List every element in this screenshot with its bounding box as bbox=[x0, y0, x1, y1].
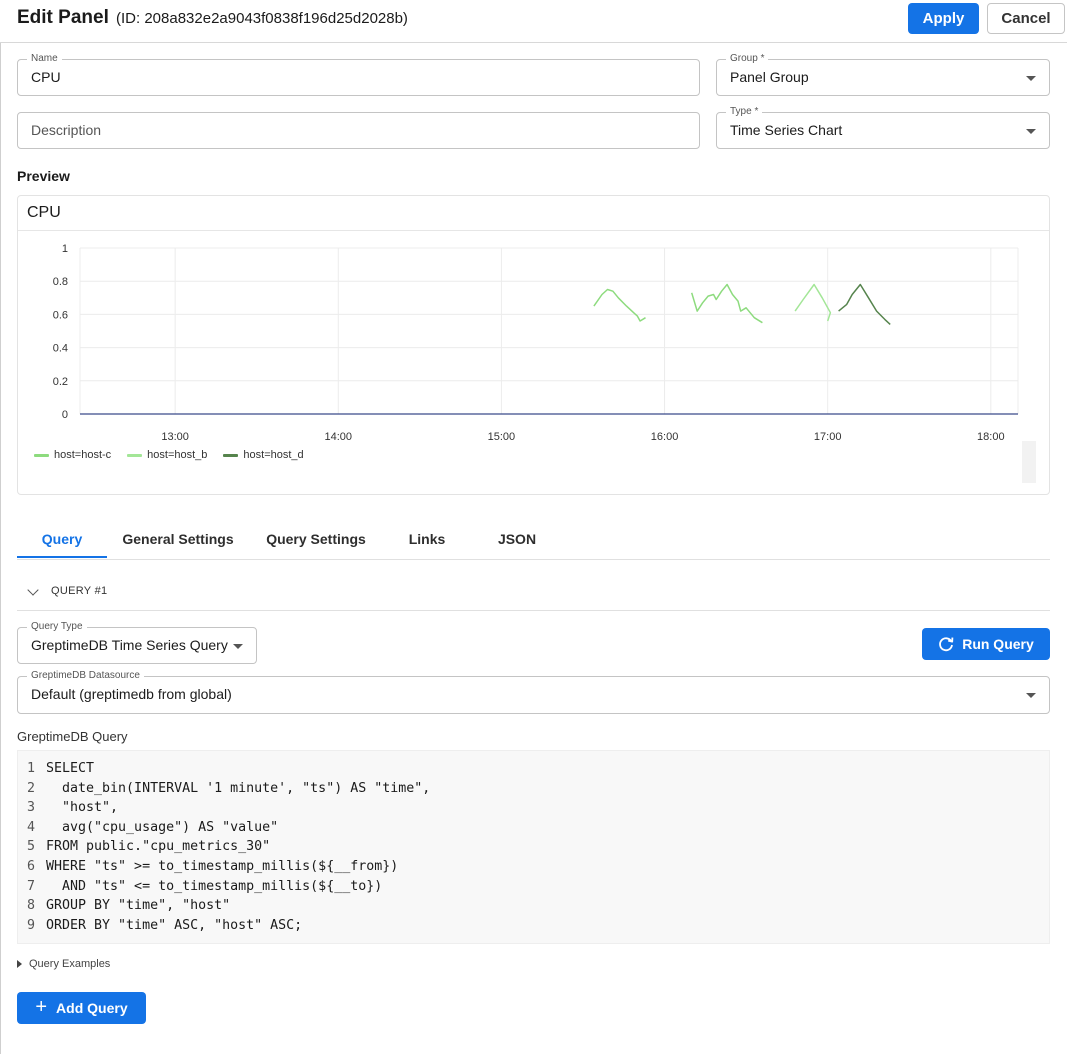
legend-swatch bbox=[223, 453, 239, 457]
caret-down-icon bbox=[233, 644, 243, 649]
refresh-icon bbox=[939, 637, 954, 652]
type-select[interactable]: Type * Time Series Chart bbox=[716, 106, 1050, 149]
x-tick-label: 13:00 bbox=[161, 431, 189, 443]
x-tick-label: 14:00 bbox=[325, 431, 353, 443]
active-tab-indicator bbox=[17, 556, 107, 558]
name-field[interactable]: Name CPU bbox=[17, 53, 700, 96]
legend-label: host=host_d bbox=[243, 449, 304, 461]
type-select-label: Type * bbox=[726, 106, 763, 118]
sql-editor[interactable]: 1 SELECT 2 date_bin(INTERVAL '1 minute', "… bbox=[17, 750, 1050, 944]
query-examples-label: Query Examples bbox=[29, 958, 111, 970]
name-field-label: Name bbox=[27, 53, 62, 65]
y-tick-label: 0.4 bbox=[53, 343, 68, 355]
code-text: WHERE "ts" >= to_timestamp_millis(${__fr… bbox=[46, 859, 399, 874]
tab-json[interactable]: JSON bbox=[489, 518, 545, 559]
add-query-label: Add Query bbox=[56, 1000, 128, 1016]
x-tick-label: 16:00 bbox=[651, 431, 679, 443]
caret-down-icon bbox=[1026, 693, 1036, 698]
legend-item[interactable]: host=host_b bbox=[127, 449, 207, 461]
y-tick-label: 1 bbox=[62, 243, 68, 255]
y-tick-label: 0.6 bbox=[53, 309, 68, 321]
line-number: 2 bbox=[27, 780, 36, 796]
x-tick-label: 15:00 bbox=[488, 431, 516, 443]
y-tick-label: 0 bbox=[62, 409, 68, 421]
query-type-value: GreptimeDB Time Series Query bbox=[31, 637, 228, 653]
line-number: 5 bbox=[27, 839, 36, 855]
datasource-select[interactable]: GreptimeDB Datasource Default (greptimed… bbox=[17, 670, 1050, 714]
tab-links[interactable]: Links bbox=[399, 518, 455, 559]
legend-item[interactable]: host=host-c bbox=[34, 449, 111, 461]
line-number: 9 bbox=[27, 917, 36, 933]
datasource-label: GreptimeDB Datasource bbox=[27, 670, 144, 682]
x-tick-label: 17:00 bbox=[814, 431, 842, 443]
legend-item[interactable]: host=host_d bbox=[223, 449, 304, 461]
legend-label: host=host-c bbox=[54, 449, 112, 461]
series-line-2 bbox=[794, 283, 832, 322]
preview-label: Preview bbox=[17, 168, 70, 184]
tab-query[interactable]: Query bbox=[17, 518, 107, 559]
code-text: date_bin(INTERVAL '1 minute', "ts") AS "… bbox=[46, 780, 431, 796]
group-select-label: Group * bbox=[726, 53, 769, 65]
query-number-label: QUERY #1 bbox=[51, 585, 108, 597]
add-query-button[interactable]: + Add Query bbox=[17, 992, 146, 1024]
left-edge-divider bbox=[0, 43, 1, 1054]
tab-query-settings[interactable]: Query Settings bbox=[257, 518, 375, 559]
triangle-right-icon bbox=[17, 960, 22, 968]
line-number: 4 bbox=[27, 819, 36, 835]
preview-panel: CPU 1 0.8 0.6 0.4 0.2 0 13:00 14:00 15:00 16:00 17… bbox=[17, 195, 1050, 495]
panel-id: (ID: 208a832e2a9043f0838f196d25d2028b) bbox=[116, 10, 408, 27]
code-text: AND "ts" <= to_timestamp_millis(${__to}) bbox=[46, 878, 383, 894]
code-text: ORDER BY "time" ASC, "host" ASC; bbox=[46, 917, 303, 933]
line-number: 7 bbox=[27, 878, 36, 894]
query-type-select[interactable]: Query Type GreptimeDB Time Series Query bbox=[17, 621, 257, 664]
group-select-value: Panel Group bbox=[730, 69, 809, 85]
legend-label: host=host_b bbox=[147, 449, 208, 461]
line-number: 3 bbox=[27, 800, 36, 816]
caret-down-icon bbox=[1026, 76, 1036, 81]
run-query-button[interactable]: Run Query bbox=[922, 628, 1050, 660]
series-line-1 bbox=[690, 283, 763, 324]
chart-legend: host=host-c host=host_b host=host_d bbox=[34, 449, 304, 461]
cancel-button[interactable]: Cancel bbox=[987, 3, 1065, 34]
description-field[interactable]: Description bbox=[17, 112, 700, 149]
run-query-label: Run Query bbox=[962, 636, 1034, 652]
query-type-label: Query Type bbox=[27, 621, 87, 633]
header-bar: Edit Panel (ID: 208a832e2a9043f0838f196d… bbox=[0, 0, 1067, 43]
y-tick-label: 0.8 bbox=[53, 276, 68, 288]
legend-swatch bbox=[127, 453, 143, 457]
type-select-value: Time Series Chart bbox=[730, 122, 843, 138]
code-text: avg("cpu_usage") AS "value" bbox=[46, 819, 279, 835]
code-text: GROUP BY "time", "host" bbox=[46, 898, 231, 914]
editor-tabs: Query General Settings Query Settings Li… bbox=[17, 518, 1050, 560]
line-number: 1 bbox=[27, 761, 36, 776]
tab-general-settings[interactable]: General Settings bbox=[113, 518, 243, 559]
y-tick-label: 0.2 bbox=[53, 376, 68, 388]
group-select[interactable]: Group * Panel Group bbox=[716, 53, 1050, 96]
code-text: SELECT bbox=[46, 761, 95, 776]
x-tick-label: 18:00 bbox=[977, 431, 1005, 443]
line-number: 6 bbox=[27, 859, 36, 874]
datasource-value: Default (greptimedb from global) bbox=[31, 686, 232, 702]
code-text: "host", bbox=[46, 800, 119, 816]
line-number: 8 bbox=[27, 898, 36, 914]
series-line-1 bbox=[593, 288, 646, 322]
chevron-down-icon bbox=[27, 584, 39, 596]
query-editor-label: GreptimeDB Query bbox=[17, 729, 128, 744]
query-collapse-header[interactable]: QUERY #1 bbox=[17, 578, 1050, 611]
name-field-value: CPU bbox=[31, 69, 61, 85]
apply-button[interactable]: Apply bbox=[908, 3, 979, 34]
page-title: Edit Panel bbox=[17, 7, 109, 28]
caret-down-icon bbox=[1026, 129, 1036, 134]
legend-scrollbar[interactable] bbox=[1022, 441, 1036, 483]
description-placeholder: Description bbox=[31, 122, 102, 138]
code-text: FROM public."cpu_metrics_30" bbox=[46, 839, 271, 855]
plus-icon: + bbox=[35, 996, 48, 1018]
legend-swatch bbox=[34, 453, 49, 457]
query-examples-toggle[interactable]: Query Examples bbox=[17, 958, 110, 970]
series-line-3 bbox=[838, 283, 891, 325]
